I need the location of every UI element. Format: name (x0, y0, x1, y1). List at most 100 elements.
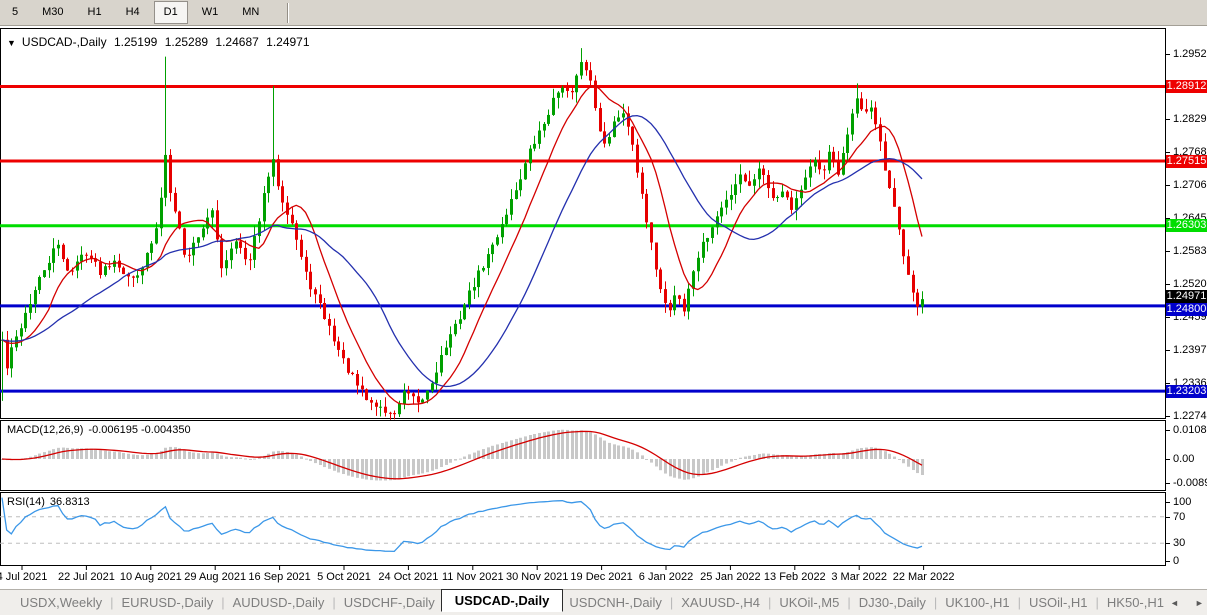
timeframe-button-5[interactable]: 5 (2, 1, 28, 24)
tab-separator: | (669, 595, 674, 610)
rsi-axis-label: 70 (1173, 511, 1186, 523)
date-tick-label: 19 Dec 2021 (570, 571, 633, 583)
symbol-tab-xauusd[interactable]: XAUUSD-,H4 (675, 593, 766, 612)
macd-axis-tick (1166, 430, 1170, 431)
price-tick-mark (1166, 251, 1170, 252)
symbol-tab-uk100[interactable]: UK100-,H1 (939, 593, 1015, 612)
price-tick-mark (1166, 119, 1170, 120)
symbol-tab-bar: USDX,Weekly | EURUSD-,Daily | AUDUSD-,Daily |… (0, 589, 1207, 615)
ohlc-open: 1.25199 (113, 35, 158, 49)
rsi-axis-tick (1166, 502, 1170, 503)
rsi-panel[interactable] (0, 492, 1166, 566)
macd-axis-label: 0.00 (1173, 453, 1195, 465)
chart-symbol: USDCAD-,Daily (21, 35, 107, 49)
price-level-badge: 1.28912 (1166, 79, 1207, 93)
symbol-tab-hk50[interactable]: HK50-,H1 (1101, 593, 1170, 612)
price-tick-mark (1166, 185, 1170, 186)
price-level-badge: 1.26303 (1166, 219, 1207, 233)
date-tick-label: 25 Jan 2022 (700, 571, 761, 583)
price-tick-mark (1166, 317, 1170, 318)
date-tick-label: 6 Jan 2022 (638, 571, 694, 583)
date-tick-label: 13 Feb 2022 (763, 571, 826, 583)
chart-title: ▼ USDCAD-,Daily 1.25199 1.25289 1.24687 1… (7, 35, 314, 49)
rsi-axis-tick (1166, 517, 1170, 518)
macd-indicator-label: MACD(12,26,9) -0.006195 -0.004350 (7, 424, 191, 436)
toolbar-separator (287, 2, 289, 23)
date-tick-label: 10 Aug 2021 (119, 571, 182, 583)
rsi-value: 36.8313 (49, 496, 90, 508)
date-tick-label: 16 Sep 2021 (248, 571, 311, 583)
ohlc-high: 1.25289 (164, 35, 209, 49)
price-tick-label: 1.25205 (1173, 278, 1207, 291)
price-level-badge: 1.23203 (1166, 384, 1207, 398)
price-level-badge: 1.24800 (1166, 303, 1207, 317)
date-tick-label: 5 Oct 2021 (317, 571, 371, 583)
date-tick-label: 11 Nov 2021 (442, 571, 504, 583)
tab-scroll-right-icon[interactable]: ► (1195, 598, 1204, 608)
price-tick-label: 1.25835 (1173, 244, 1207, 257)
symbol-dropdown-icon[interactable]: ▼ (7, 38, 16, 48)
price-tick-label: 1.27065 (1173, 179, 1207, 192)
symbol-tab-usdcad[interactable]: USDCAD-,Daily (440, 589, 564, 612)
current-price-badge: 1.24971 (1166, 290, 1207, 304)
price-tick-mark (1166, 54, 1170, 55)
price-tick-mark (1166, 416, 1170, 417)
macd-name: MACD(12,26,9) (7, 424, 84, 436)
price-tick-label: 1.22745 (1173, 409, 1207, 422)
symbol-tab-usdchf[interactable]: USDCHF-,Daily (338, 593, 441, 612)
date-tick-label: 29 Aug 2021 (184, 571, 247, 583)
rsi-axis-label: 30 (1173, 537, 1186, 549)
price-tick-mark (1166, 152, 1170, 153)
macd-axis-tick (1166, 483, 1170, 484)
tab-separator: | (847, 595, 851, 610)
price-tick-mark (1166, 350, 1170, 351)
price-tick-label: 1.29525 (1173, 47, 1207, 60)
date-tick-label: 22 Mar 2022 (892, 571, 955, 583)
date-tick-label: 30 Nov 2021 (505, 571, 569, 583)
symbol-tab-usoil[interactable]: USOil-,H1 (1023, 593, 1094, 612)
timeframe-toolbar: 5 M30 H1 H4 D1 W1 MN (0, 0, 1207, 26)
date-tick-label: 24 Oct 2021 (378, 571, 439, 583)
ohlc-close: 1.24971 (266, 35, 310, 49)
date-tick-label: 4 Jul 2021 (0, 571, 48, 583)
tab-separator: | (1017, 595, 1021, 610)
price-tick-label: 1.28295 (1173, 113, 1207, 126)
macd-values: -0.006195 -0.004350 (88, 424, 191, 436)
date-tick-label: 3 Mar 2022 (831, 571, 888, 583)
symbol-tab-ukoil[interactable]: UKOil-,M5 (773, 593, 845, 612)
symbol-tab-eurusd[interactable]: EURUSD-,Daily (116, 593, 220, 612)
rsi-name: RSI(14) (7, 496, 45, 508)
symbol-tab-audusd[interactable]: AUDUSD-,Daily (227, 593, 331, 612)
rsi-axis-label: 0 (1173, 555, 1180, 567)
macd-axis-label: -0.008974 (1173, 477, 1207, 489)
rsi-axis-label: 100 (1173, 496, 1192, 508)
timeframe-button-h4[interactable]: H4 (116, 1, 150, 24)
tab-scroll-arrows: ◄ ► (1170, 598, 1204, 608)
price-level-badge: 1.27515 (1166, 154, 1207, 168)
macd-axis-tick (1166, 459, 1170, 460)
date-tick-label: 22 Jul 2021 (57, 571, 115, 583)
timeframe-button-d1[interactable]: D1 (153, 1, 188, 24)
symbol-tab-dj30[interactable]: DJ30-,Daily (853, 593, 932, 612)
symbol-tab-usdcnh[interactable]: USDCNH-,Daily (563, 593, 667, 612)
tab-separator: | (767, 595, 772, 610)
macd-axis-label: 0.010869 (1173, 424, 1207, 436)
tab-separator: | (933, 595, 938, 610)
price-tick-label: 1.23975 (1173, 343, 1207, 356)
rsi-indicator-label: RSI(14) 36.8313 (7, 496, 90, 508)
ohlc-low: 1.24687 (215, 35, 259, 49)
timeframe-button-h1[interactable]: H1 (78, 1, 112, 24)
rsi-axis-tick (1166, 543, 1170, 544)
price-tick-mark (1166, 284, 1170, 285)
tab-separator: | (1095, 595, 1099, 610)
tab-separator: | (110, 595, 114, 610)
symbol-tab-usdx[interactable]: USDX,Weekly (14, 593, 108, 612)
tab-scroll-left-icon[interactable]: ◄ (1170, 598, 1179, 608)
price-chart-panel[interactable] (0, 28, 1166, 419)
timeframe-button-w1[interactable]: W1 (192, 1, 229, 24)
tab-separator: | (221, 595, 225, 610)
rsi-axis-tick (1166, 561, 1170, 562)
timeframe-button-mn[interactable]: MN (232, 1, 269, 24)
timeframe-button-m30[interactable]: M30 (32, 1, 73, 24)
tab-separator: | (332, 595, 336, 610)
